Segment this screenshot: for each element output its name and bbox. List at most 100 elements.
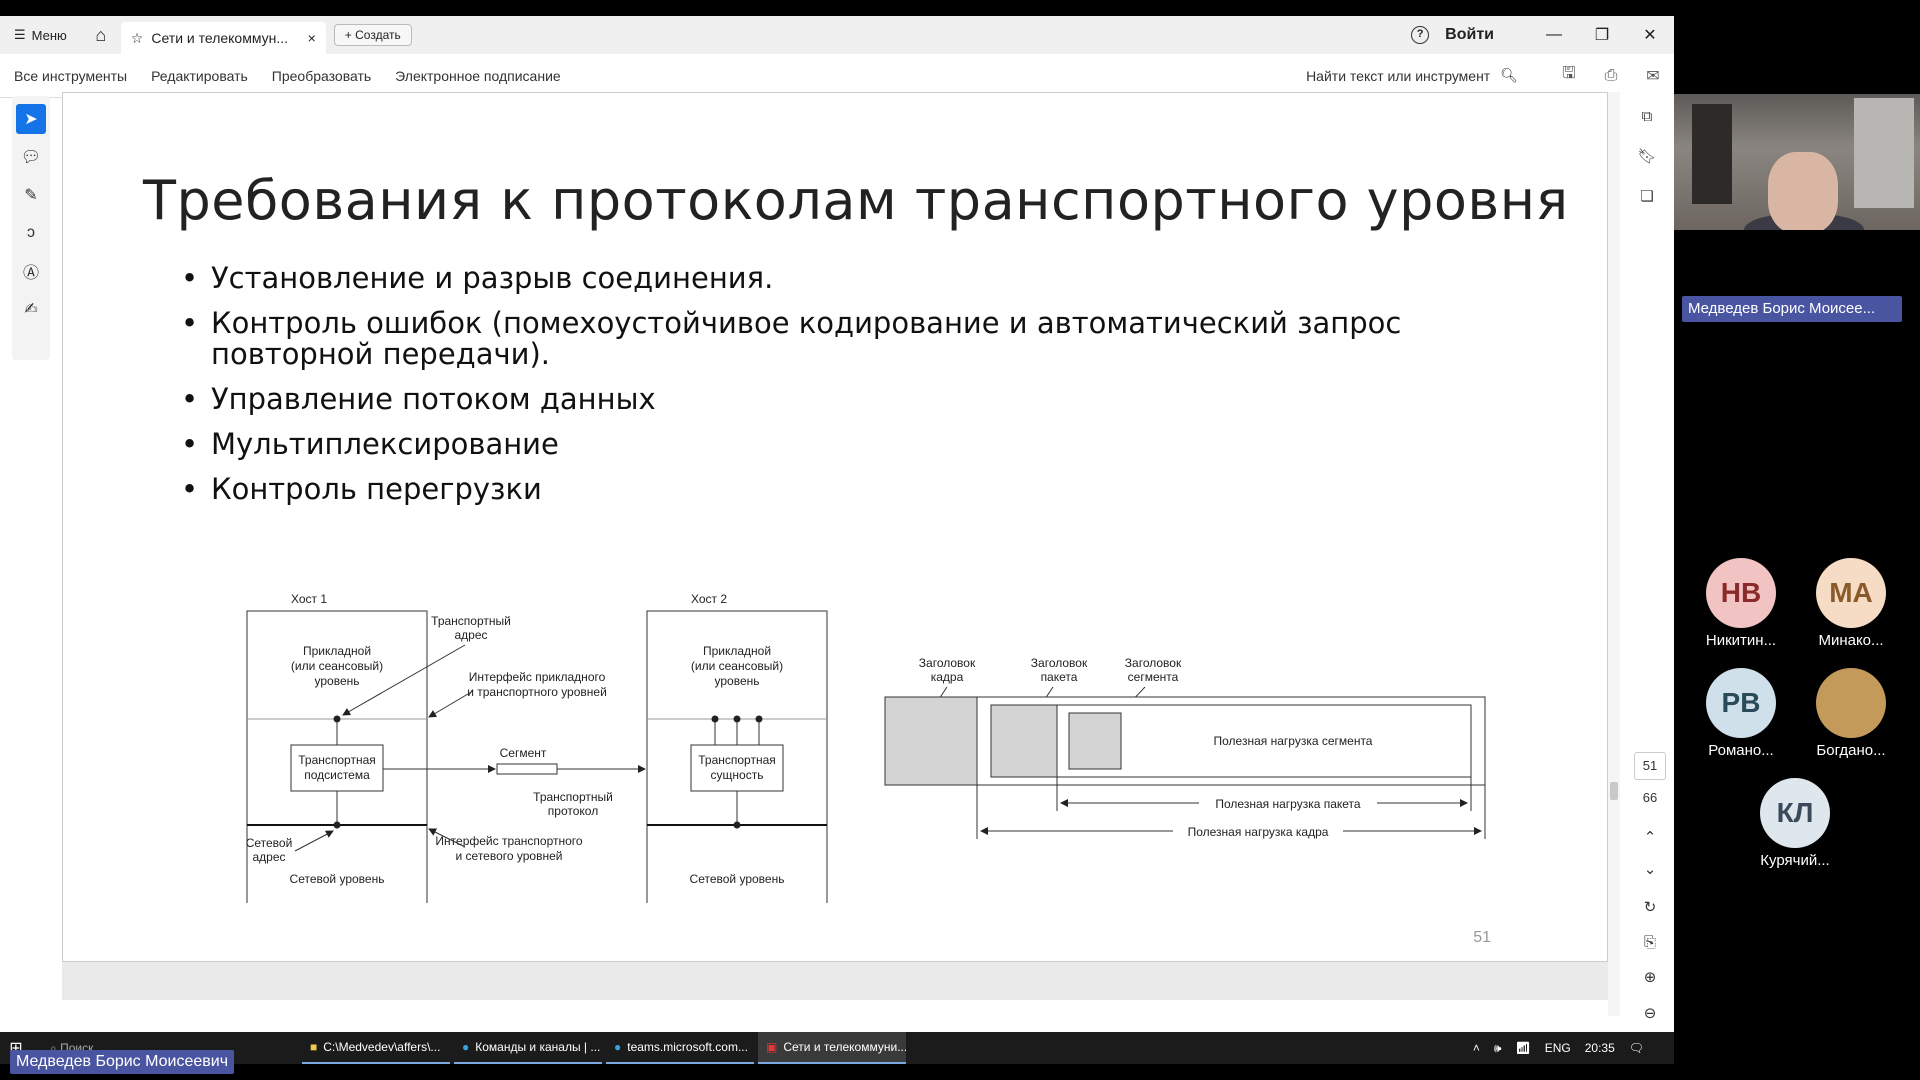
network-icon[interactable]: 📶︎ <box>1515 1041 1530 1055</box>
arrow <box>294 830 334 852</box>
segment-text: Сегмент <box>500 746 547 760</box>
taskbar-app-label: teams.microsoft.com... <box>627 1040 748 1054</box>
document-area[interactable]: Требования к протоколам транспортного ур… <box>62 92 1608 1000</box>
avatar: МА <box>1816 558 1886 628</box>
star-icon[interactable]: ☆ <box>131 30 144 47</box>
bookmarks-icon[interactable]: 🔖︎ <box>1632 142 1662 172</box>
zoom-out-icon[interactable]: ⊖ <box>1634 1004 1666 1022</box>
highlight-pen-icon[interactable]: ✎ <box>16 180 46 210</box>
comments-panel-icon[interactable]: ⧉ <box>1632 102 1662 132</box>
slide-page: Требования к протоколам транспортного ур… <box>62 92 1608 962</box>
minimize-icon[interactable]: — <box>1530 26 1578 44</box>
transport-layer-diagram: Хост 1 Хост 2 Прикладной (или сеансовый)… <box>246 592 828 903</box>
language-indicator[interactable]: ENG <box>1545 1041 1571 1055</box>
host1-app-text: уровень <box>314 674 359 688</box>
comment-icon[interactable]: 💬︎ <box>16 142 46 172</box>
notifications-icon[interactable]: 🗨︎ <box>1629 1041 1644 1055</box>
transport-subsystem-text: подсистема <box>304 768 370 782</box>
segment-header-text: сегмента <box>1128 670 1179 684</box>
tool-convert[interactable]: Преобразовать <box>272 68 371 84</box>
participant-tile[interactable]: МА Минако... <box>1796 558 1906 649</box>
find-tool-search[interactable]: Найти текст или инструмент 🔍︎ <box>1306 67 1518 84</box>
host1-app-text: Прикладной <box>303 644 371 658</box>
slide-page-number: 51 <box>1473 929 1491 946</box>
participant-tile[interactable]: РВ Романо... <box>1686 668 1796 759</box>
volume-icon[interactable]: 🕪︎ <box>1494 1041 1502 1056</box>
create-button[interactable]: + Создать <box>333 24 412 46</box>
taskbar-app-teams[interactable]: ● Команды и каналы | ... <box>454 1032 602 1064</box>
menu-label: Меню <box>31 27 67 43</box>
speaker-video <box>1674 94 1920 230</box>
clock[interactable]: 20:35 <box>1585 1041 1615 1055</box>
home-icon[interactable]: ⌂ <box>81 25 121 46</box>
participant-name: Курячий... <box>1760 852 1830 869</box>
help-icon[interactable]: ? <box>1411 26 1430 44</box>
rotate-icon[interactable]: ↻ <box>1634 898 1666 916</box>
host2-app-text: уровень <box>714 674 759 688</box>
self-name-label: Медведев Борис Моисеевич <box>10 1050 235 1074</box>
total-pages: 66 <box>1642 790 1658 805</box>
text-box-icon[interactable]: Ⓐ <box>16 256 46 286</box>
iface-net-text: Интерфейс транспортного <box>435 834 583 848</box>
search-icon[interactable]: 🔍︎ <box>1500 67 1518 84</box>
participant-name: Романо... <box>1708 742 1774 759</box>
vertical-scrollbar[interactable] <box>1608 92 1620 1016</box>
sign-icon[interactable]: ✍ <box>16 294 46 324</box>
export-icon[interactable]: ⎘ <box>1634 934 1666 951</box>
avatar: КЛ <box>1760 778 1830 848</box>
hamburger-icon: ☰ <box>14 27 26 42</box>
tool-all-tools[interactable]: Все инструменты <box>14 68 127 84</box>
edge-icon: ● <box>614 1040 622 1054</box>
segment-header-text: Заголовок <box>1125 656 1182 670</box>
protocol-text: протокол <box>548 804 598 818</box>
port-dot <box>711 715 719 723</box>
pages-icon[interactable]: ❏ <box>1632 182 1662 212</box>
participant-tile[interactable]: КЛ Курячий... <box>1740 778 1850 869</box>
taskbar-app-pdf[interactable]: ▣ Сети и телекоммуни... <box>758 1032 906 1064</box>
save-icon[interactable]: 🖫 <box>1548 62 1590 89</box>
network-address-dot <box>733 821 741 829</box>
mail-icon[interactable]: ✉ <box>1632 66 1674 86</box>
net-addr-text: адрес <box>252 850 285 864</box>
quick-tools-rail: ➤ 💬︎ ✎ ↄ Ⓐ ✍ <box>12 96 50 360</box>
print-icon[interactable]: ⎙ <box>1590 67 1632 85</box>
packet-header-box <box>990 704 1058 778</box>
segment-header-box <box>1068 712 1122 770</box>
tab-title: Сети и телекоммун... <box>151 30 289 46</box>
packet-header-text: Заголовок <box>1031 656 1088 670</box>
previous-page-icon[interactable]: ⌃ <box>1634 828 1666 846</box>
participant-tile[interactable]: Богдано... <box>1796 668 1906 759</box>
iface-net-text: и сетевого уровней <box>456 849 563 863</box>
menu-button[interactable]: ☰ Меню <box>0 16 81 54</box>
participant-tile[interactable]: НВ Никитин... <box>1686 558 1796 649</box>
tool-edit[interactable]: Редактировать <box>151 68 248 84</box>
current-page-input[interactable]: 51 <box>1634 752 1666 780</box>
restore-icon[interactable]: ❐ <box>1578 25 1626 45</box>
avatar-photo <box>1816 668 1886 738</box>
next-page-icon[interactable]: ⌄ <box>1634 860 1666 878</box>
packet-header-text: пакета <box>1041 670 1078 684</box>
lasso-icon[interactable]: ↄ <box>16 218 46 248</box>
bullet-item: Мультиплексирование <box>181 429 1481 461</box>
folder-icon: ■ <box>310 1040 318 1054</box>
select-cursor-icon[interactable]: ➤ <box>16 104 46 134</box>
frame-header-text: Заголовок <box>919 656 976 670</box>
document-tab[interactable]: ☆ Сети и телекоммун... × <box>120 22 326 54</box>
close-icon[interactable]: ✕ <box>1626 25 1674 45</box>
tray-chevron-icon[interactable]: ˄ <box>1473 1041 1480 1055</box>
zoom-in-icon[interactable]: ⊕ <box>1634 968 1666 986</box>
participant-name: Никитин... <box>1705 632 1777 649</box>
taskbar-app-label: Сети и телекоммуни... <box>783 1040 906 1054</box>
bullet-item: Контроль ошибок (помехоустойчивое кодиро… <box>181 308 1481 370</box>
avatar: РВ <box>1706 668 1776 738</box>
taskbar-app-teams-web[interactable]: ● teams.microsoft.com... <box>606 1032 754 1064</box>
taskbar-app-explorer[interactable]: ■ C:\Medvedev\affers\... <box>302 1032 450 1064</box>
transport-entity-text: Транспортная <box>698 753 776 767</box>
create-label: Создать <box>355 28 401 42</box>
tool-e-sign[interactable]: Электронное подписание <box>395 68 561 84</box>
host1-app-text: (или сеансовый) <box>291 659 383 673</box>
transport-addr-text: адрес <box>454 628 487 642</box>
scroll-thumb[interactable] <box>1610 782 1618 800</box>
login-button[interactable]: Войти <box>1445 26 1494 44</box>
close-tab-icon[interactable]: × <box>308 30 316 46</box>
